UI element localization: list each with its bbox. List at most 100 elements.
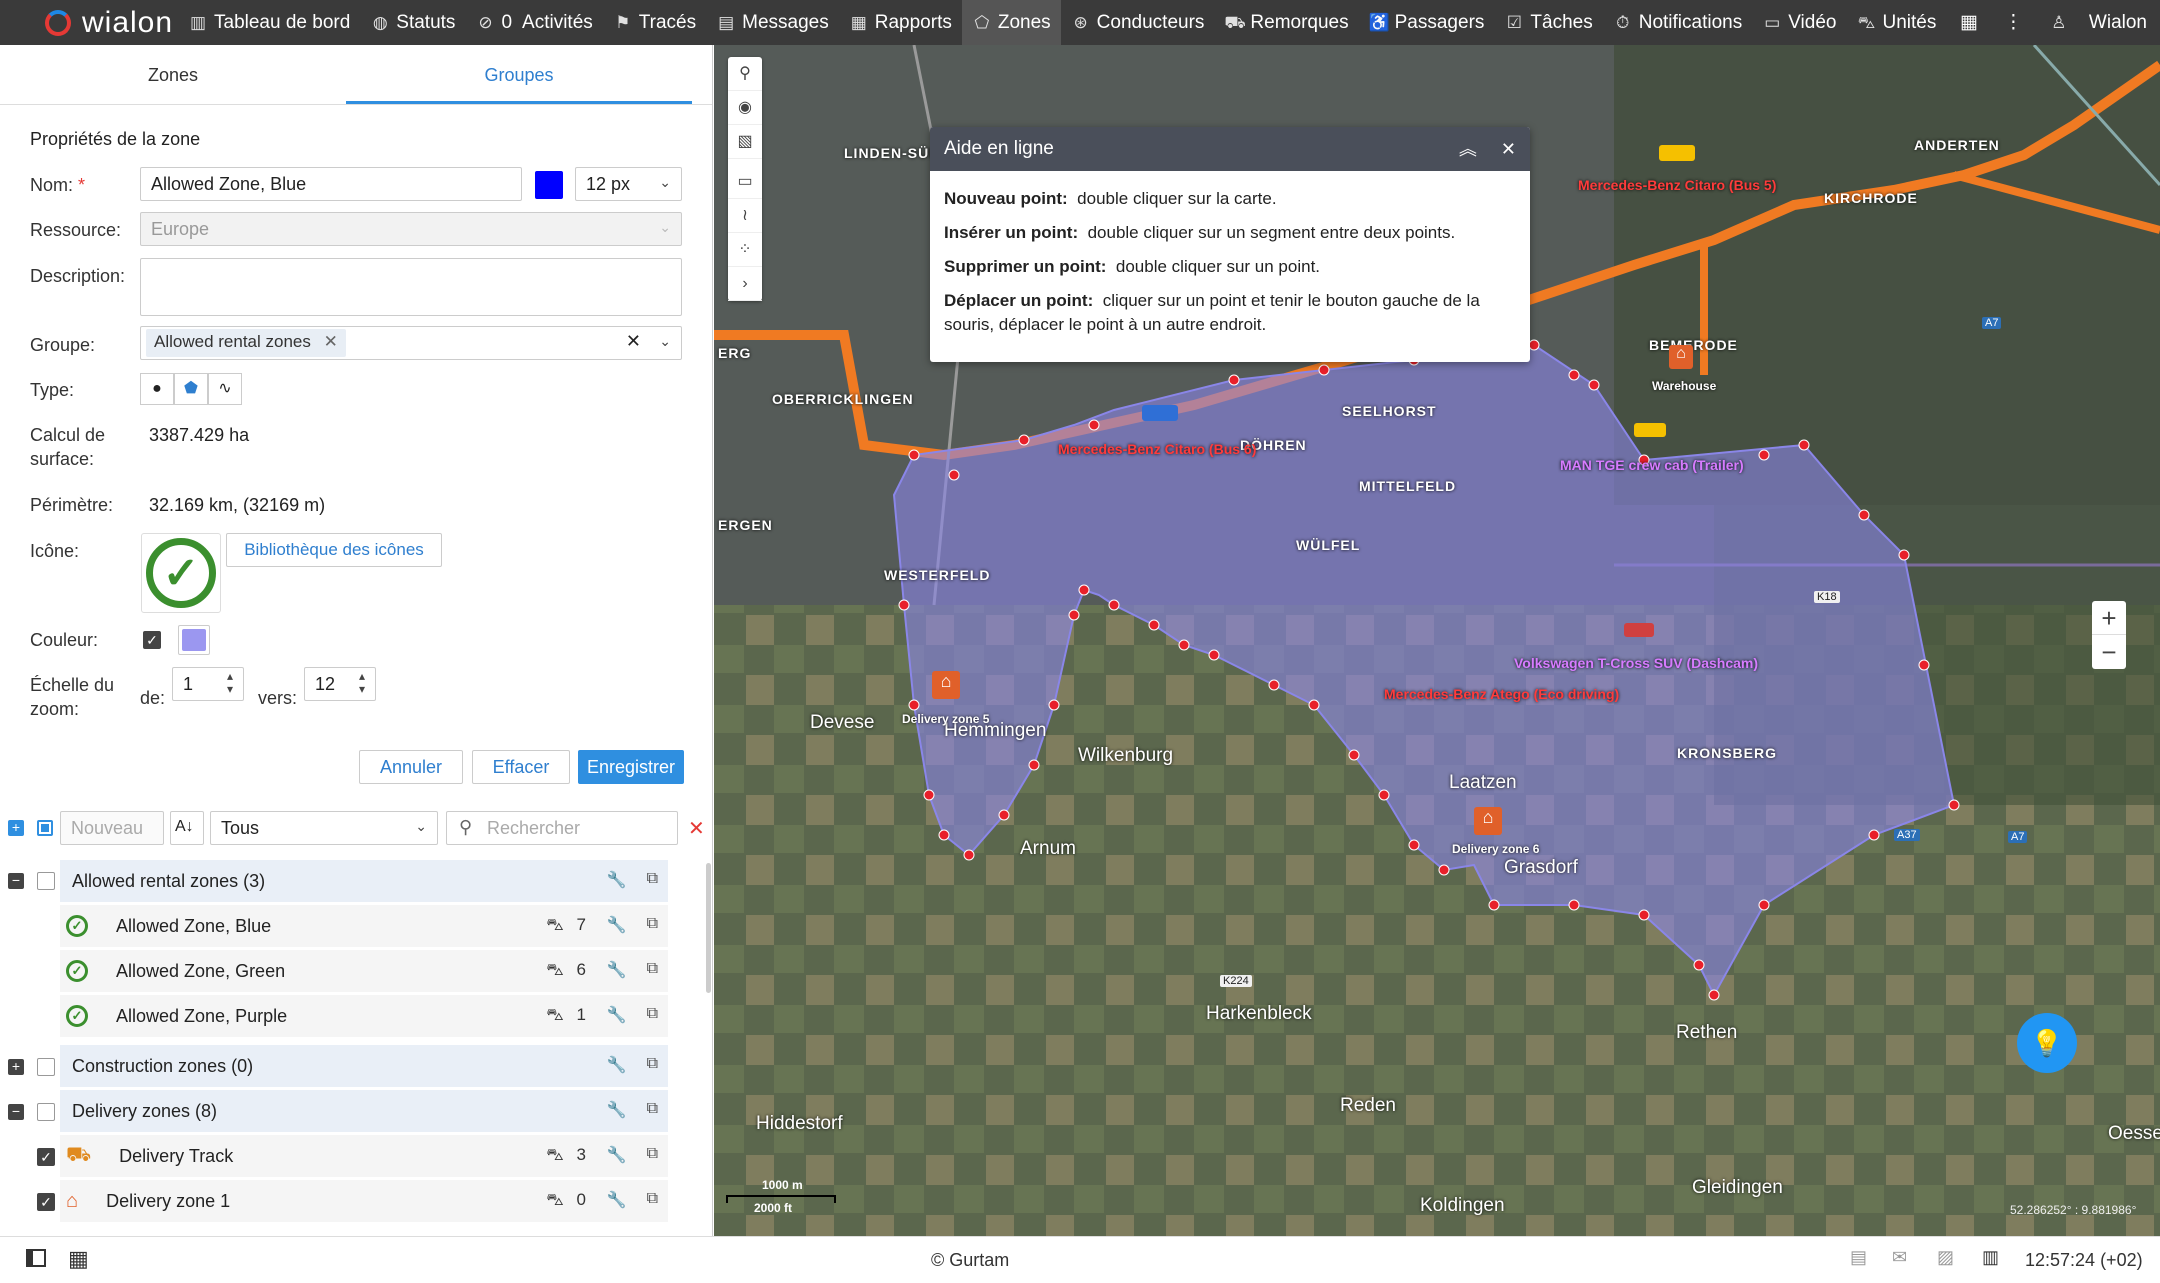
sort-button[interactable]: A↓ xyxy=(170,811,204,845)
wialon-logo[interactable]: wialon xyxy=(0,0,178,45)
unit-label[interactable]: MAN TGE crew cab (Trailer) xyxy=(1560,457,1744,473)
group-row-delivery[interactable]: Delivery zones (8) 🔧 ⧉ xyxy=(60,1090,668,1132)
type-circle-icon[interactable]: ● xyxy=(140,373,174,405)
unit-label[interactable]: Mercedes-Benz Citaro (Bus 5) xyxy=(1578,177,1776,193)
copy-icon[interactable]: ⧉ xyxy=(647,1055,658,1075)
map-layers-icon[interactable]: ▧ xyxy=(728,125,762,159)
nav-drivers[interactable]: ⊛ Conducteurs xyxy=(1061,0,1215,45)
wrench-icon[interactable]: 🔧 xyxy=(607,960,627,980)
item-checkbox[interactable]: ✓ xyxy=(37,1193,55,1211)
name-color-swatch[interactable] xyxy=(535,171,563,199)
cancel-button[interactable]: Annuler xyxy=(359,750,463,784)
save-button[interactable]: Enregistrer xyxy=(578,750,684,784)
lightbulb-icon[interactable]: 💡 xyxy=(2017,1013,2077,1073)
layout-icon[interactable]: ▥ xyxy=(1982,1247,1999,1268)
unit-label[interactable]: Volkswagen T-Cross SUV (Dashcam) xyxy=(1514,655,1758,671)
zoom-in-button[interactable]: + xyxy=(2092,601,2126,635)
warehouse-icon[interactable]: ⌂ xyxy=(932,671,960,699)
list-icon[interactable]: ▤ xyxy=(1850,1247,1867,1268)
nav-reports[interactable]: ▦ Rapports xyxy=(839,0,962,45)
points-icon[interactable]: ⁘ xyxy=(728,233,762,267)
group-row-allowed-rental[interactable]: Allowed rental zones (3) 🔧 ⧉ xyxy=(60,860,668,902)
expand-group-icon[interactable]: + xyxy=(8,1059,24,1075)
route-icon[interactable]: ≀ xyxy=(728,199,762,233)
collapse-group-icon[interactable]: − xyxy=(8,1104,24,1120)
copy-icon[interactable]: ⧉ xyxy=(647,1005,658,1025)
filter-select[interactable]: Tous ⌄ xyxy=(210,811,438,845)
copy-icon[interactable]: ⧉ xyxy=(647,1100,658,1120)
grid-view-icon[interactable]: ▦ xyxy=(68,1246,89,1272)
nav-dashboard[interactable]: ▥ Tableau de bord xyxy=(178,0,360,45)
list-scrollbar[interactable] xyxy=(706,863,711,993)
car-icon[interactable] xyxy=(1624,623,1654,637)
list-item[interactable]: ⌂ Delivery zone 1 ⛍ 0 🔧 ⧉ xyxy=(60,1180,668,1222)
clear-group-icon[interactable]: ✕ xyxy=(626,331,641,352)
chevron-right-icon[interactable]: › xyxy=(728,267,762,301)
description-textarea[interactable] xyxy=(140,258,682,316)
ruler-icon[interactable]: ▭ xyxy=(728,165,762,199)
nav-trailers[interactable]: ⛟ Remorques xyxy=(1214,0,1358,45)
remove-chip-icon[interactable]: ✕ xyxy=(324,332,338,351)
wrench-icon[interactable]: 🔧 xyxy=(607,1055,627,1075)
wrench-icon[interactable]: 🔧 xyxy=(607,915,627,935)
zoom-from-stepper[interactable]: 1 ▴ ▾ xyxy=(172,667,244,701)
warehouse-icon[interactable]: ⌂ xyxy=(1669,345,1693,369)
map-view[interactable]: LINDEN-SÜD ANDERTEN KIRCHRODE BEMERODE S… xyxy=(714,45,2160,1236)
nav-messages[interactable]: ▤ Messages xyxy=(706,0,839,45)
search-input[interactable]: ⚲ Rechercher xyxy=(446,811,678,845)
icon-library-button[interactable]: Bibliothèque des icônes xyxy=(226,533,442,567)
close-icon[interactable]: ✕ xyxy=(1501,139,1516,159)
nav-tracks[interactable]: ⚑ Tracés xyxy=(603,0,706,45)
bus-icon[interactable] xyxy=(1659,145,1695,161)
zoom-to-stepper[interactable]: 12 ▴ ▾ xyxy=(304,667,376,701)
list-item[interactable]: ✓ Allowed Zone, Purple ⛍ 1 🔧 ⧉ xyxy=(60,995,668,1037)
zone-name-input[interactable]: Allowed Zone, Blue xyxy=(140,167,522,201)
copy-icon[interactable]: ⧉ xyxy=(647,1190,658,1210)
type-line-icon[interactable]: ∿ xyxy=(208,373,242,405)
panel-toggle-icon[interactable] xyxy=(26,1249,46,1267)
wrench-icon[interactable]: 🔧 xyxy=(607,1100,627,1120)
nav-notifications[interactable]: ⏱ Notifications xyxy=(1603,0,1753,45)
collapse-group-icon[interactable]: − xyxy=(8,873,24,889)
nav-video[interactable]: ▭ Vidéo xyxy=(1752,0,1846,45)
map-search-icon[interactable]: ⚲ xyxy=(728,57,762,91)
tab-zones[interactable]: Zones xyxy=(0,45,346,104)
new-zone-button[interactable]: Nouveau xyxy=(60,811,164,845)
list-item[interactable]: ✓ Allowed Zone, Blue ⛍ 7 🔧 ⧉ xyxy=(60,905,668,947)
copy-icon[interactable]: ⧉ xyxy=(647,960,658,980)
mail-icon[interactable]: ✉ xyxy=(1892,1247,1907,1268)
warehouse-icon[interactable]: ⌂ xyxy=(1474,807,1502,835)
zone-icon-preview[interactable]: ✓ xyxy=(141,533,221,613)
nav-tasks[interactable]: ☑ Tâches xyxy=(1494,0,1602,45)
nav-units[interactable]: ⛍ Unités xyxy=(1846,0,1946,45)
group-checkbox[interactable] xyxy=(37,872,55,890)
copy-icon[interactable]: ⧉ xyxy=(647,915,658,935)
clear-filter-icon[interactable]: ✕ xyxy=(688,816,705,841)
nav-passengers[interactable]: ♿ Passagers xyxy=(1359,0,1495,45)
tab-groups[interactable]: Groupes xyxy=(346,45,692,104)
apps-grid-icon[interactable]: ▦ xyxy=(1947,0,1991,45)
item-checkbox[interactable]: ✓ xyxy=(37,1148,55,1166)
unit-label[interactable]: Mercedes-Benz Citaro (Bus 6) xyxy=(1058,441,1256,457)
wrench-icon[interactable]: 🔧 xyxy=(607,1005,627,1025)
stepper-arrows-icon[interactable]: ▴ ▾ xyxy=(227,670,233,696)
color-checkbox[interactable]: ✓ xyxy=(143,631,161,649)
group-checkbox[interactable] xyxy=(37,1058,55,1076)
select-all-icon[interactable] xyxy=(37,820,53,836)
wrench-icon[interactable]: 🔧 xyxy=(607,870,627,890)
trailer-icon[interactable] xyxy=(1634,423,1666,437)
list-item[interactable]: ✓ Allowed Zone, Green ⛍ 6 🔧 ⧉ xyxy=(60,950,668,992)
zoom-out-button[interactable]: − xyxy=(2092,635,2126,669)
wrench-icon[interactable]: 🔧 xyxy=(607,1190,627,1210)
unit-label[interactable]: Mercedes-Benz Atego (Eco driving) xyxy=(1384,686,1619,702)
collapse-icon[interactable]: ︽ xyxy=(1459,139,1477,159)
nav-activities[interactable]: ⊘ 0 Activités xyxy=(465,0,602,45)
font-size-select[interactable]: 12 px ⌄ xyxy=(575,167,682,201)
user-menu[interactable]: ♙ Wialon xyxy=(2036,0,2160,45)
visibility-icon[interactable]: ◉ xyxy=(728,91,762,125)
image-icon[interactable]: ▨ xyxy=(1937,1247,1954,1268)
expand-all-icon[interactable]: + xyxy=(8,820,24,836)
group-checkbox[interactable] xyxy=(37,1103,55,1121)
zone-color-swatch[interactable] xyxy=(178,625,210,655)
type-polygon-icon[interactable]: ⬟ xyxy=(174,373,208,405)
